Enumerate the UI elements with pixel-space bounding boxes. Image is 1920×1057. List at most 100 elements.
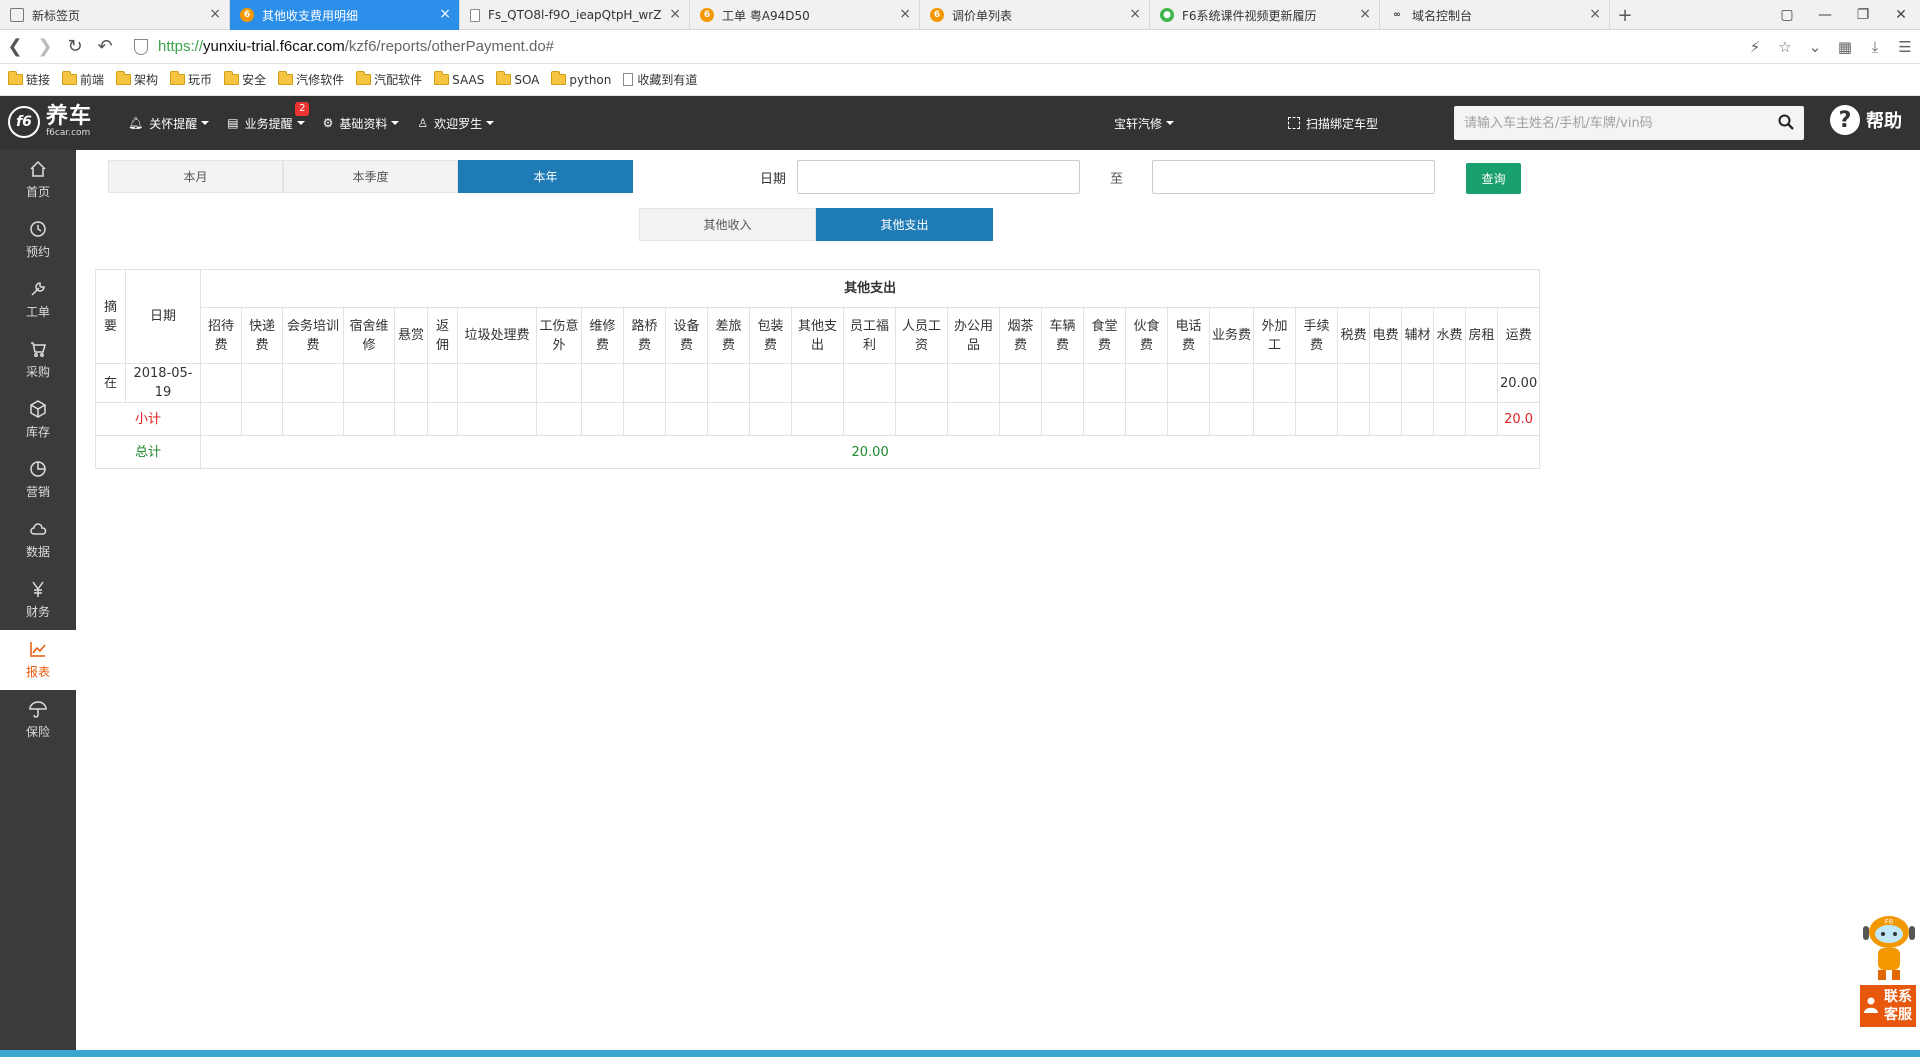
chevron-down-icon[interactable]: ⌄ [1800,38,1830,56]
browser-tab[interactable]: 6 调价单列表 × [920,0,1150,30]
close-icon[interactable]: × [1589,7,1601,21]
sidebar-item[interactable]: 保险 [0,690,76,750]
logo-mark: f6 [8,106,40,138]
close-icon[interactable]: × [439,7,451,21]
sidebar-item[interactable]: 报表 [0,630,76,690]
url-field[interactable]: https://yunxiu-trial.f6car.com/kzf6/repo… [134,38,554,55]
browser-tab[interactable]: Fs_QTO8l-f9O_ieapQtpH_wrZ × [460,0,690,30]
expense-column-header: 税费 [1337,307,1370,364]
browser-tab[interactable]: 新标签页 × [0,0,230,30]
bookmark-item[interactable]: 玩币 [170,71,212,88]
browser-tab[interactable]: 6 工单 粤A94D50 × [690,0,920,30]
sidebar-item[interactable]: 工单 [0,270,76,330]
date-from-input[interactable] [797,160,1080,194]
period-tab[interactable]: 本年 [458,160,633,193]
minimize-icon[interactable]: — [1806,0,1844,30]
bookmark-item[interactable]: 汽配软件 [356,71,422,88]
reload-icon[interactable]: ↻ [60,32,90,62]
link-icon: ∞ [1393,10,1401,20]
type-tab[interactable]: 其他收入 [639,208,816,241]
scan-bind-button[interactable]: 扫描绑定车型 [1288,96,1378,150]
caret-down-icon [486,121,495,125]
menu-icon[interactable]: ☰ [1890,38,1920,56]
svg-text:F6: F6 [1885,918,1894,926]
bookmark-item[interactable]: 架构 [116,71,158,88]
bookmark-item[interactable]: 链接 [8,71,50,88]
subtotal-cell [1295,402,1338,436]
query-button[interactable]: 查询 [1466,163,1521,194]
new-tab-button[interactable]: + [1610,0,1640,30]
download-icon[interactable]: ⤓ [1860,38,1890,56]
sidebar-item[interactable]: 采购 [0,330,76,390]
browser-tab[interactable]: ● F6系统课件视频更新履历 × [1150,0,1380,30]
scan-bind-label: 扫描绑定车型 [1306,116,1379,131]
close-icon[interactable]: × [209,7,221,21]
table-cell [895,363,948,403]
nav-label: 业务提醒 [244,116,293,131]
forward-icon[interactable]: ❯ [30,32,60,62]
search-input[interactable] [1454,106,1764,140]
sidebar-item[interactable]: 预约 [0,210,76,270]
apps-icon[interactable]: ▦ [1830,38,1860,56]
bookmark-item[interactable]: 汽修软件 [278,71,344,88]
type-tab[interactable]: 其他支出 [816,208,993,241]
expense-column-header: 员工福利 [843,307,896,364]
bookmark-item[interactable]: SAAS [434,71,484,87]
sidebar-item[interactable]: 财务 [0,570,76,630]
close-icon[interactable]: × [1359,7,1371,21]
lightning-icon[interactable]: ⚡ [1740,38,1770,56]
nav-item[interactable]: 🔔︎ 关怀提醒 [128,115,210,132]
sidebar-item-label: 营销 [25,485,50,499]
restore-icon[interactable]: ❐ [1844,0,1882,30]
table-cell [427,363,458,403]
table-cell [536,363,582,403]
subtotal-cell [457,402,537,436]
table-cell [1041,363,1084,403]
nav-item[interactable]: ♙ 欢迎罗生 [417,115,495,132]
browser-tab[interactable]: 6 其他收支费用明细 × [230,0,460,30]
table-cell [241,363,283,403]
bookmark-item[interactable]: python [551,71,611,87]
subtotal-cell [282,402,344,436]
search-icon[interactable] [1778,114,1794,130]
sidebar-item[interactable]: 库存 [0,390,76,450]
nav-item[interactable]: ▤ 业务提醒 2 [227,101,310,132]
expense-header-row: 招待费 快递费 会务培训费 宿舍维修 悬赏 返佣 垃圾处理费 工伤意外 维修费 路桥费 设备费 差旅费… [96,307,1541,364]
close-window-icon[interactable]: ✕ [1882,0,1920,30]
expense-column-header: 外加工 [1253,307,1296,364]
url-scheme: https:// [158,38,204,55]
bookmark-item[interactable]: SOA [496,71,539,87]
back-icon[interactable]: ❮ [0,32,30,62]
subtotal-cell [200,402,242,436]
expense-column-header: 房租 [1465,307,1498,364]
subtotal-cell [1369,402,1402,436]
undo-icon[interactable]: ↶ [90,32,120,62]
date-to-input[interactable] [1152,160,1435,194]
expense-column-header: 垃圾处理费 [457,307,537,364]
nav-item[interactable]: ⚙ 基础资料 [323,115,400,132]
table-cell [791,363,844,403]
star-icon[interactable]: ☆ [1770,38,1800,56]
close-icon[interactable]: × [1129,7,1141,21]
sidebar-item[interactable]: 营销 [0,450,76,510]
sidebar-item[interactable]: 数据 [0,510,76,570]
col-summary-header: 摘要 [95,269,126,364]
logo[interactable]: f6 养车 f6car.com [8,106,92,138]
skin-icon[interactable]: ▢ [1768,0,1806,30]
folder-icon [62,71,78,85]
close-icon[interactable]: × [899,7,911,21]
bookmark-item[interactable]: 安全 [224,71,266,88]
sidebar-item[interactable]: 首页 [0,150,76,210]
browser-tab[interactable]: ∞ 域名控制台 × [1380,0,1610,30]
table-cell [1083,363,1126,403]
period-tab[interactable]: 本月 [108,160,283,193]
help-button[interactable]: ? 帮助 [1830,105,1902,135]
bookmark-item[interactable]: 前端 [62,71,104,88]
subtotal-cell [241,402,283,436]
bookmark-item[interactable]: 收藏到有道 [623,71,697,88]
expense-column-header: 电费 [1369,307,1402,364]
contact-service-button[interactable]: 联系 客服 [1860,985,1916,1027]
close-icon[interactable]: × [669,7,681,21]
shop-selector[interactable]: 宝轩汽修 [1114,96,1175,150]
period-tab[interactable]: 本季度 [283,160,458,193]
